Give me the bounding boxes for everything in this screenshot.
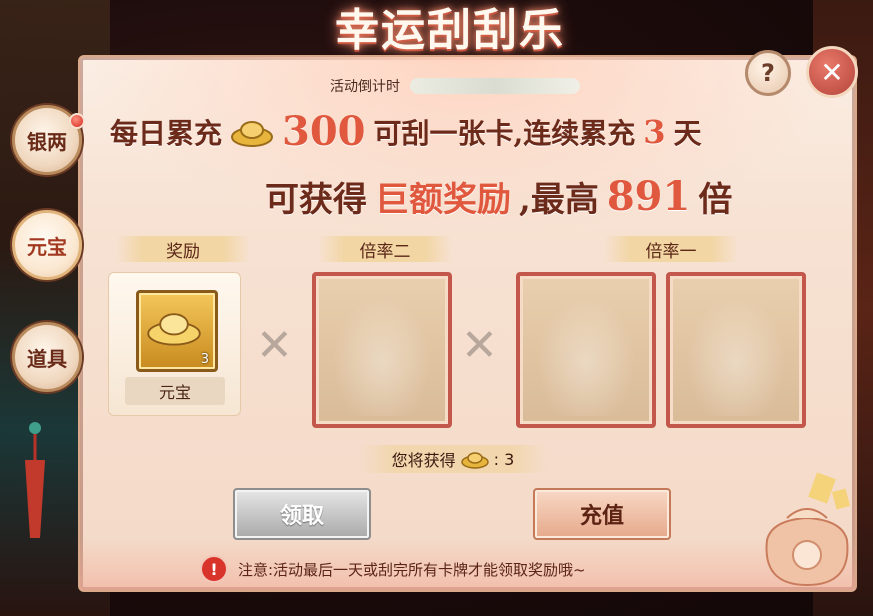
tassel-decoration xyxy=(25,422,45,538)
countdown-timer-bar xyxy=(410,78,580,94)
countdown: 活动倒计时 xyxy=(330,75,580,97)
tab-items[interactable]: 道具 xyxy=(12,322,82,392)
multiply-icon: ✕ xyxy=(461,320,498,371)
recharge-button[interactable]: 充值 xyxy=(533,488,671,540)
headline-days-suffix: 天 xyxy=(673,116,702,150)
notice: ! 注意:活动最后一天或刮完所有卡牌才能领取奖励哦~ xyxy=(200,555,586,583)
reward-label: 奖励 xyxy=(116,236,250,262)
countdown-label: 活动倒计时 xyxy=(330,79,400,95)
tab-yuanbao[interactable]: 元宝 xyxy=(12,210,82,280)
tab-items-label: 道具 xyxy=(27,346,67,371)
scratch-card-rate2[interactable] xyxy=(312,272,452,428)
help-button[interactable]: ? xyxy=(745,50,791,96)
headline2-highlight: 巨额奖励 xyxy=(375,180,511,220)
reward-slot: 3 元宝 xyxy=(108,272,241,416)
earnings-value: : 3 xyxy=(493,449,515,469)
reward-name: 元宝 xyxy=(125,377,225,405)
earnings-label: 您将获得 xyxy=(391,451,456,470)
earnings-summary: 您将获得 : 3 xyxy=(360,445,546,473)
tab-silver-label: 银两 xyxy=(27,129,67,154)
reward-count: 3 xyxy=(200,352,209,367)
headline2-prefix: 可获得 xyxy=(265,180,367,220)
claim-button[interactable]: 领取 xyxy=(233,488,371,540)
event-title: 幸运刮刮乐 xyxy=(335,5,565,56)
consecutive-days: 3 xyxy=(643,112,666,151)
recharge-amount: 300 xyxy=(282,108,366,155)
gold-ingot-icon xyxy=(231,120,274,147)
gold-ingot-icon xyxy=(147,313,201,346)
headline2-suffix: 倍 xyxy=(698,180,733,220)
multiply-icon: ✕ xyxy=(256,320,293,371)
card-face xyxy=(324,284,440,416)
notice-text: 注意:活动最后一天或刮完所有卡牌才能领取奖励哦~ xyxy=(238,560,586,579)
headline-prefix: 每日累充 xyxy=(110,116,223,150)
reward-item[interactable]: 3 xyxy=(136,290,218,372)
max-multiplier: 891 xyxy=(606,173,691,220)
headline-line2: 可获得 巨额奖励 ,最高 891 倍 xyxy=(265,172,732,221)
notification-dot xyxy=(69,113,85,129)
warning-icon: ! xyxy=(200,555,228,583)
lucky-bag-icon xyxy=(765,472,851,587)
headline-mid: 可刮一张卡,连续累充 xyxy=(373,116,636,150)
card-face xyxy=(528,284,644,416)
scratch-card-rate1-a[interactable] xyxy=(516,272,656,428)
headline2-mid: ,最高 xyxy=(519,180,599,220)
close-button[interactable]: ✕ xyxy=(806,46,858,98)
tab-yuanbao-label: 元宝 xyxy=(27,234,67,259)
rate2-label: 倍率二 xyxy=(318,236,452,262)
card-face xyxy=(678,284,794,416)
rate1-label: 倍率一 xyxy=(604,236,738,262)
gold-ingot-icon xyxy=(460,452,489,469)
headline-line1: 每日累充 300 可刮一张卡,连续累充 3 天 xyxy=(110,108,702,155)
scratch-card-rate1-b[interactable] xyxy=(666,272,806,428)
